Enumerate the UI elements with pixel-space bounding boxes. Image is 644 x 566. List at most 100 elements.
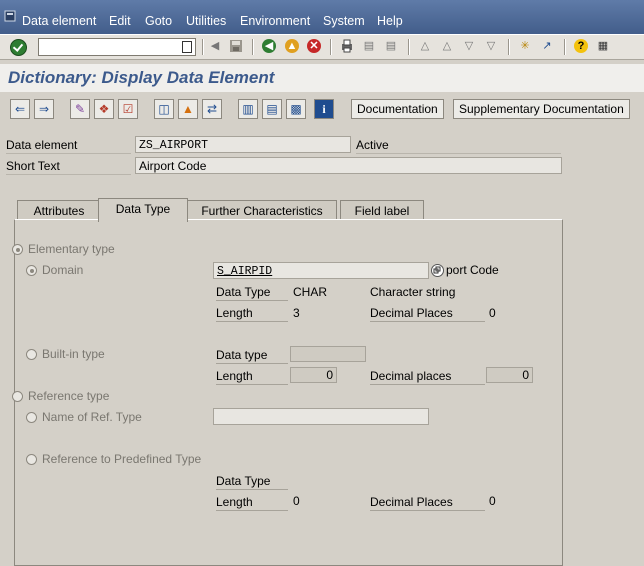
- domain-decimal-value: 0: [489, 306, 496, 320]
- command-history-icon[interactable]: [182, 41, 192, 53]
- builtin-data-type-field[interactable]: [290, 346, 366, 362]
- supplementary-documentation-button[interactable]: Supplementary Documentation: [453, 99, 630, 119]
- documentation-button[interactable]: Documentation: [351, 99, 444, 119]
- tab-data-type[interactable]: Data Type: [98, 198, 188, 222]
- page-title: Dictionary: Display Data Element: [8, 68, 275, 87]
- domain-field[interactable]: S_AIRPID: [213, 262, 429, 279]
- label-underline: [216, 300, 288, 301]
- check-icon[interactable]: ☑: [118, 99, 138, 119]
- name-of-ref-type-label: Name of Ref. Type: [42, 410, 142, 424]
- exit-icon[interactable]: ▲: [285, 39, 299, 53]
- save-icon[interactable]: [229, 39, 243, 53]
- label-underline: [370, 510, 485, 511]
- short-text-field[interactable]: Airport Code: [135, 157, 562, 174]
- label-underline: [216, 363, 288, 364]
- menu-environment[interactable]: Environment: [240, 14, 310, 28]
- builtin-decimal-field[interactable]: 0: [486, 367, 533, 383]
- label-underline: [216, 321, 288, 322]
- next-page-icon[interactable]: ▽: [462, 39, 476, 53]
- domain-radio[interactable]: [26, 265, 37, 276]
- domain-data-type-value: CHAR: [293, 285, 328, 299]
- help-icon[interactable]: ?: [574, 39, 588, 53]
- application-toolbar: ⇐ ⇒ ✎ ❖ ☑ ◫ ▲ ⇄ ▥ ▤ ▩ i Documentation Su…: [0, 92, 644, 122]
- builtin-decimal-label: Decimal places: [370, 369, 452, 383]
- toolbar-separator: [564, 39, 566, 55]
- ref-predefined-label: Reference to Predefined Type: [42, 452, 202, 466]
- tab-further-characteristics[interactable]: Further Characteristics: [187, 200, 337, 221]
- builtin-length-label: Length: [216, 369, 253, 383]
- find-next-icon[interactable]: ▤: [384, 39, 398, 53]
- label-underline: [370, 321, 485, 322]
- other-object-icon[interactable]: ❖: [94, 99, 114, 119]
- builtin-length-field[interactable]: 0: [290, 367, 337, 383]
- object-list-icon[interactable]: ▤: [262, 99, 282, 119]
- label-underline: [216, 510, 288, 511]
- last-page-icon[interactable]: ▽: [484, 39, 498, 53]
- menu-help[interactable]: Help: [377, 14, 403, 28]
- ref-length-value: 0: [293, 494, 300, 508]
- next-object-icon[interactable]: ⇒: [34, 99, 54, 119]
- elementary-type-radio[interactable]: [12, 244, 23, 255]
- toolbar-separator: [508, 39, 510, 55]
- builtin-data-type-label: Data type: [216, 348, 268, 362]
- menu-data-element[interactable]: Data element: [22, 14, 96, 28]
- name-of-ref-type-radio[interactable]: [26, 412, 37, 423]
- print-icon[interactable]: [340, 39, 354, 53]
- menu-goto[interactable]: Goto: [145, 14, 172, 28]
- short-text-label: Short Text: [6, 159, 60, 173]
- status-text: Active: [356, 138, 389, 152]
- tab-field-label[interactable]: Field label: [340, 200, 424, 221]
- toolbar-separator: [330, 39, 332, 55]
- reference-type-radio[interactable]: [12, 391, 23, 402]
- display-frame-icon[interactable]: ▩: [286, 99, 306, 119]
- domain-decimal-label: Decimal Places: [370, 306, 453, 320]
- toolbar-separator: [252, 39, 254, 55]
- data-element-field[interactable]: ZS_AIRPORT: [135, 136, 351, 153]
- previous-object-icon[interactable]: ⇐: [10, 99, 30, 119]
- menu-system[interactable]: System: [323, 14, 365, 28]
- builtin-type-radio[interactable]: [26, 349, 37, 360]
- display-change-icon[interactable]: ✎: [70, 99, 90, 119]
- info-icon[interactable]: i: [314, 99, 334, 119]
- ref-data-type-label: Data Type: [216, 474, 271, 488]
- name-of-ref-type-field[interactable]: [213, 408, 429, 425]
- ref-length-label: Length: [216, 495, 253, 509]
- domain-short-text: port Code: [446, 263, 499, 277]
- hierarchy-icon[interactable]: ▥: [238, 99, 258, 119]
- tab-attributes[interactable]: Attributes: [17, 200, 101, 221]
- toolbar-separator: [202, 39, 204, 55]
- status-underline: [356, 153, 561, 154]
- data-element-label: Data element: [6, 138, 78, 152]
- navigate-icon[interactable]: ⇄: [202, 99, 222, 119]
- domain-navigate-icon[interactable]: [431, 264, 444, 277]
- menu-utilities[interactable]: Utilities: [186, 14, 226, 28]
- label-underline: [370, 384, 485, 385]
- domain-length-value: 3: [293, 306, 300, 320]
- back-icon[interactable]: ◀: [262, 39, 276, 53]
- label-underline: [6, 153, 131, 154]
- label-underline: [216, 384, 288, 385]
- create-session-icon[interactable]: ✳: [518, 39, 532, 53]
- label-underline: [6, 174, 131, 175]
- domain-length-label: Length: [216, 306, 253, 320]
- find-icon[interactable]: ▤: [362, 39, 376, 53]
- customize-layout-icon[interactable]: ▦: [596, 39, 610, 53]
- ref-decimal-label: Decimal Places: [370, 495, 453, 509]
- command-field[interactable]: [38, 38, 196, 56]
- menu-edit[interactable]: Edit: [109, 14, 131, 28]
- first-page-icon[interactable]: △: [418, 39, 432, 53]
- domain-label: Domain: [42, 263, 84, 277]
- ref-predefined-radio[interactable]: [26, 454, 37, 465]
- standard-toolbar: ◀ ◀ ▲ ✕ ▤ ▤ △ △ ▽ ▽ ✳ ↗ ? ▦: [0, 34, 644, 60]
- reference-type-label: Reference type: [28, 389, 110, 403]
- previous-page-icon[interactable]: △: [440, 39, 454, 53]
- cancel-icon[interactable]: ✕: [307, 39, 321, 53]
- builtin-type-label: Built-in type: [42, 347, 105, 361]
- back-arrow-icon[interactable]: ◀: [208, 39, 222, 53]
- activate-icon[interactable]: ▲: [178, 99, 198, 119]
- label-underline: [216, 489, 288, 490]
- enter-check-icon[interactable]: [10, 39, 27, 56]
- where-used-icon[interactable]: ◫: [154, 99, 174, 119]
- shortcut-icon[interactable]: ↗: [540, 39, 554, 53]
- system-menu-icon[interactable]: [4, 10, 16, 22]
